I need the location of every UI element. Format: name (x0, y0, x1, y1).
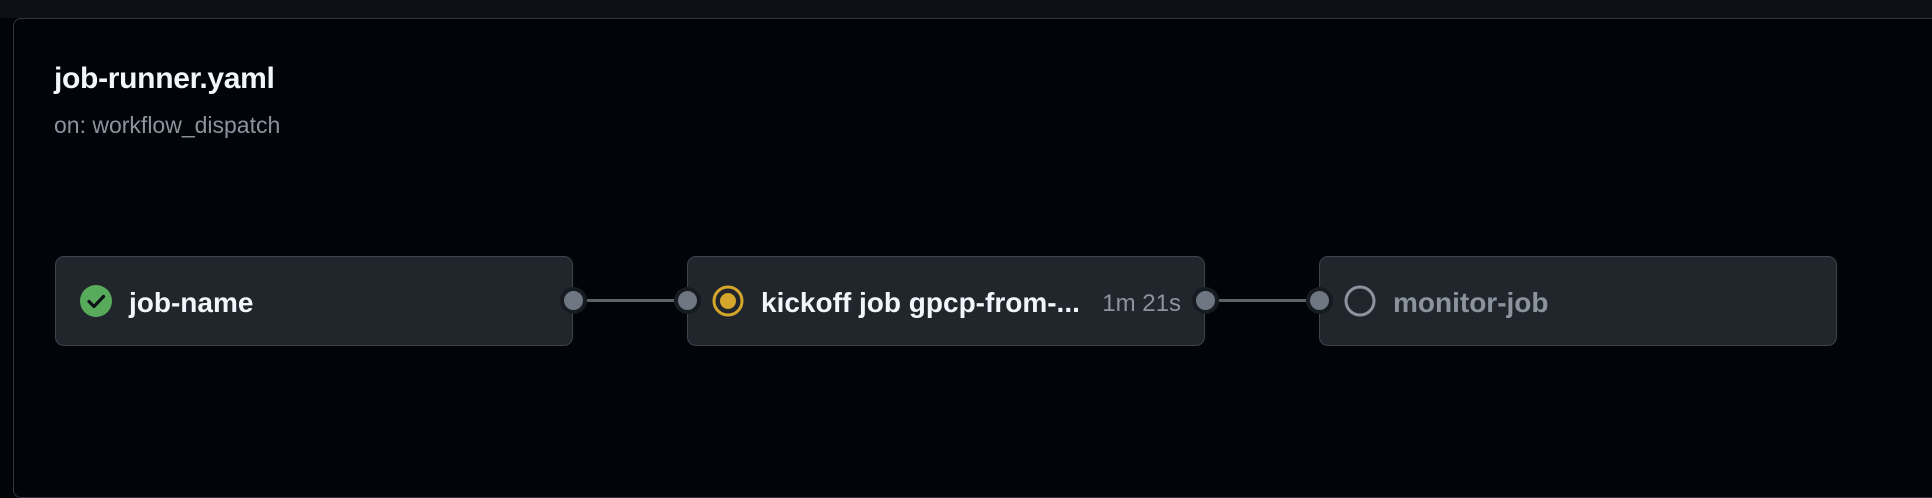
job-node-job-name[interactable]: job-name (55, 256, 573, 346)
in-progress-icon (712, 285, 744, 317)
job-label: job-name (129, 287, 254, 318)
workflow-trigger: on: workflow_dispatch (54, 112, 281, 138)
output-port (1192, 287, 1219, 314)
job-label: kickoff job gpcp-from-... (761, 287, 1080, 318)
job-node-monitor-job[interactable]: monitor-job (1319, 256, 1837, 346)
queued-circle-icon (1344, 285, 1376, 317)
check-circle-icon (80, 285, 112, 317)
connector-line (1212, 299, 1312, 302)
input-port (674, 287, 701, 314)
input-port (1306, 287, 1333, 314)
job-node-kickoff-job[interactable]: kickoff job gpcp-from-... 1m 21s (687, 256, 1205, 346)
connector-line (580, 299, 680, 302)
job-duration: 1m 21s (1102, 290, 1181, 317)
output-port (560, 287, 587, 314)
top-strip (0, 0, 1932, 18)
workflow-title[interactable]: job-runner.yaml (54, 62, 275, 96)
job-label: monitor-job (1393, 287, 1549, 318)
